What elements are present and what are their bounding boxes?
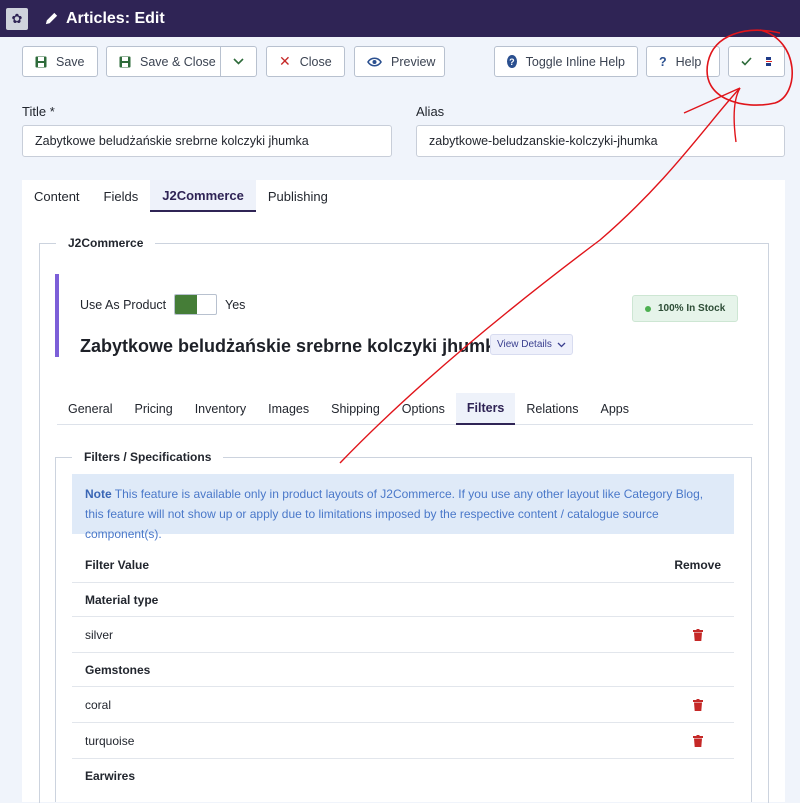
chevron-down-icon	[233, 58, 244, 65]
tab-fields[interactable]: Fields	[92, 180, 151, 212]
filter-value-row: coral	[72, 687, 734, 723]
preview-button-label: Preview	[391, 54, 436, 69]
eye-icon	[367, 56, 382, 67]
trash-icon[interactable]	[693, 698, 703, 711]
stock-badge-text: 100% In Stock	[658, 303, 726, 314]
filter-value-label: silver	[85, 627, 114, 642]
product-sub-tabs: General Pricing Inventory Images Shippin…	[57, 393, 753, 425]
j2commerce-legend: J2Commerce	[56, 236, 156, 250]
help-button-label: Help	[675, 54, 702, 69]
filter-value-row: turquoise	[72, 723, 734, 759]
filter-value-label: turquoise	[85, 733, 135, 748]
subtab-relations[interactable]: Relations	[515, 393, 589, 425]
tab-content[interactable]: Content	[22, 180, 92, 212]
view-details-button[interactable]: View Details	[490, 334, 573, 355]
filter-group-label: Material type	[85, 592, 159, 607]
uk-flag-icon	[766, 57, 772, 66]
preview-button[interactable]: Preview	[354, 46, 445, 77]
subtab-inventory[interactable]: Inventory	[184, 393, 257, 425]
filter-group-row: Gemstones	[72, 653, 734, 687]
product-accent-bar	[55, 274, 59, 357]
save-options-dropdown[interactable]	[220, 46, 257, 77]
help-button[interactable]: ? Help	[646, 46, 720, 77]
title-input[interactable]: Zabytkowe beludżańskie srebrne kolczyki …	[22, 125, 392, 157]
tab-publishing[interactable]: Publishing	[256, 180, 340, 212]
joomla-logo-icon[interactable]: ✿	[6, 7, 28, 30]
floppy-disk-icon	[35, 56, 47, 68]
close-button[interactable]: ✕ Close	[266, 46, 345, 77]
use-as-product-value: Yes	[225, 298, 246, 312]
column-header-filter-value: Filter Value	[85, 558, 150, 572]
filters-legend: Filters / Specifications	[72, 450, 224, 464]
trash-icon[interactable]	[693, 734, 703, 747]
subtab-apps[interactable]: Apps	[590, 393, 641, 425]
save-button[interactable]: Save	[22, 46, 98, 77]
tab-j2commerce[interactable]: J2Commerce	[150, 180, 256, 212]
question-circle-icon: ?	[507, 55, 517, 68]
checkmark-icon	[741, 57, 752, 66]
note-text: This feature is available only in produc…	[85, 487, 704, 541]
pencil-icon	[45, 12, 58, 25]
table-header: Filter Value Remove	[72, 548, 734, 583]
page-title-text: Articles: Edit	[66, 9, 165, 27]
subtab-images[interactable]: Images	[257, 393, 320, 425]
save-close-button[interactable]: Save & Close	[106, 46, 221, 77]
save-button-label: Save	[56, 54, 85, 69]
filters-table: Filter Value Remove Material type silver…	[72, 548, 734, 793]
chevron-down-icon	[557, 342, 566, 347]
save-close-label: Save & Close	[140, 54, 216, 69]
question-icon: ?	[659, 54, 667, 69]
alias-label: Alias	[416, 104, 445, 119]
filters-note: Note This feature is available only in p…	[72, 474, 734, 541]
filter-value-row: silver	[72, 617, 734, 653]
j2commerce-panel: J2Commerce Use As Product Yes 100% In St…	[22, 212, 785, 803]
page-title: Articles: Edit	[44, 10, 165, 28]
alias-input[interactable]: zabytkowe-beludzanskie-kolczyki-jhumka	[416, 125, 785, 157]
toggle-inline-help-button[interactable]: ? Toggle Inline Help	[494, 46, 638, 77]
filter-group-row: Material type	[72, 583, 734, 617]
subtab-shipping[interactable]: Shipping	[320, 393, 391, 425]
stock-status-badge: 100% In Stock	[632, 295, 739, 322]
status-dot-icon	[645, 305, 651, 312]
toggle-help-label: Toggle Inline Help	[525, 54, 625, 69]
filter-value-label: coral	[85, 697, 112, 712]
floppy-disk-icon	[119, 56, 131, 68]
use-as-product-label: Use As Product	[80, 298, 167, 312]
language-associations-button[interactable]	[728, 46, 785, 77]
product-name: Zabytkowe beludżańskie srebrne kolczyki …	[80, 336, 506, 356]
title-label: Title *	[22, 104, 55, 119]
subtab-options[interactable]: Options	[391, 393, 456, 425]
use-as-product-toggle[interactable]	[174, 294, 217, 315]
view-details-label: View Details	[497, 339, 552, 350]
app-header: ✿ Articles: Edit	[0, 0, 800, 37]
close-icon: ✕	[279, 53, 291, 69]
trash-icon[interactable]	[693, 628, 703, 641]
subtab-filters[interactable]: Filters	[455, 393, 516, 425]
close-button-label: Close	[299, 54, 332, 69]
subtab-pricing[interactable]: Pricing	[123, 393, 183, 425]
note-label: Note	[85, 487, 112, 501]
column-header-remove: Remove	[674, 558, 721, 572]
filter-group-label: Earwires	[85, 769, 136, 783]
main-tabs: Content Fields J2Commerce Publishing	[22, 180, 785, 212]
filter-group-row: Earwires	[72, 759, 734, 793]
toolbar: Save Save & Close ✕ Close Preview ? Togg…	[0, 46, 800, 78]
subtab-general[interactable]: General	[57, 393, 123, 425]
filter-group-label: Gemstones	[85, 662, 151, 677]
